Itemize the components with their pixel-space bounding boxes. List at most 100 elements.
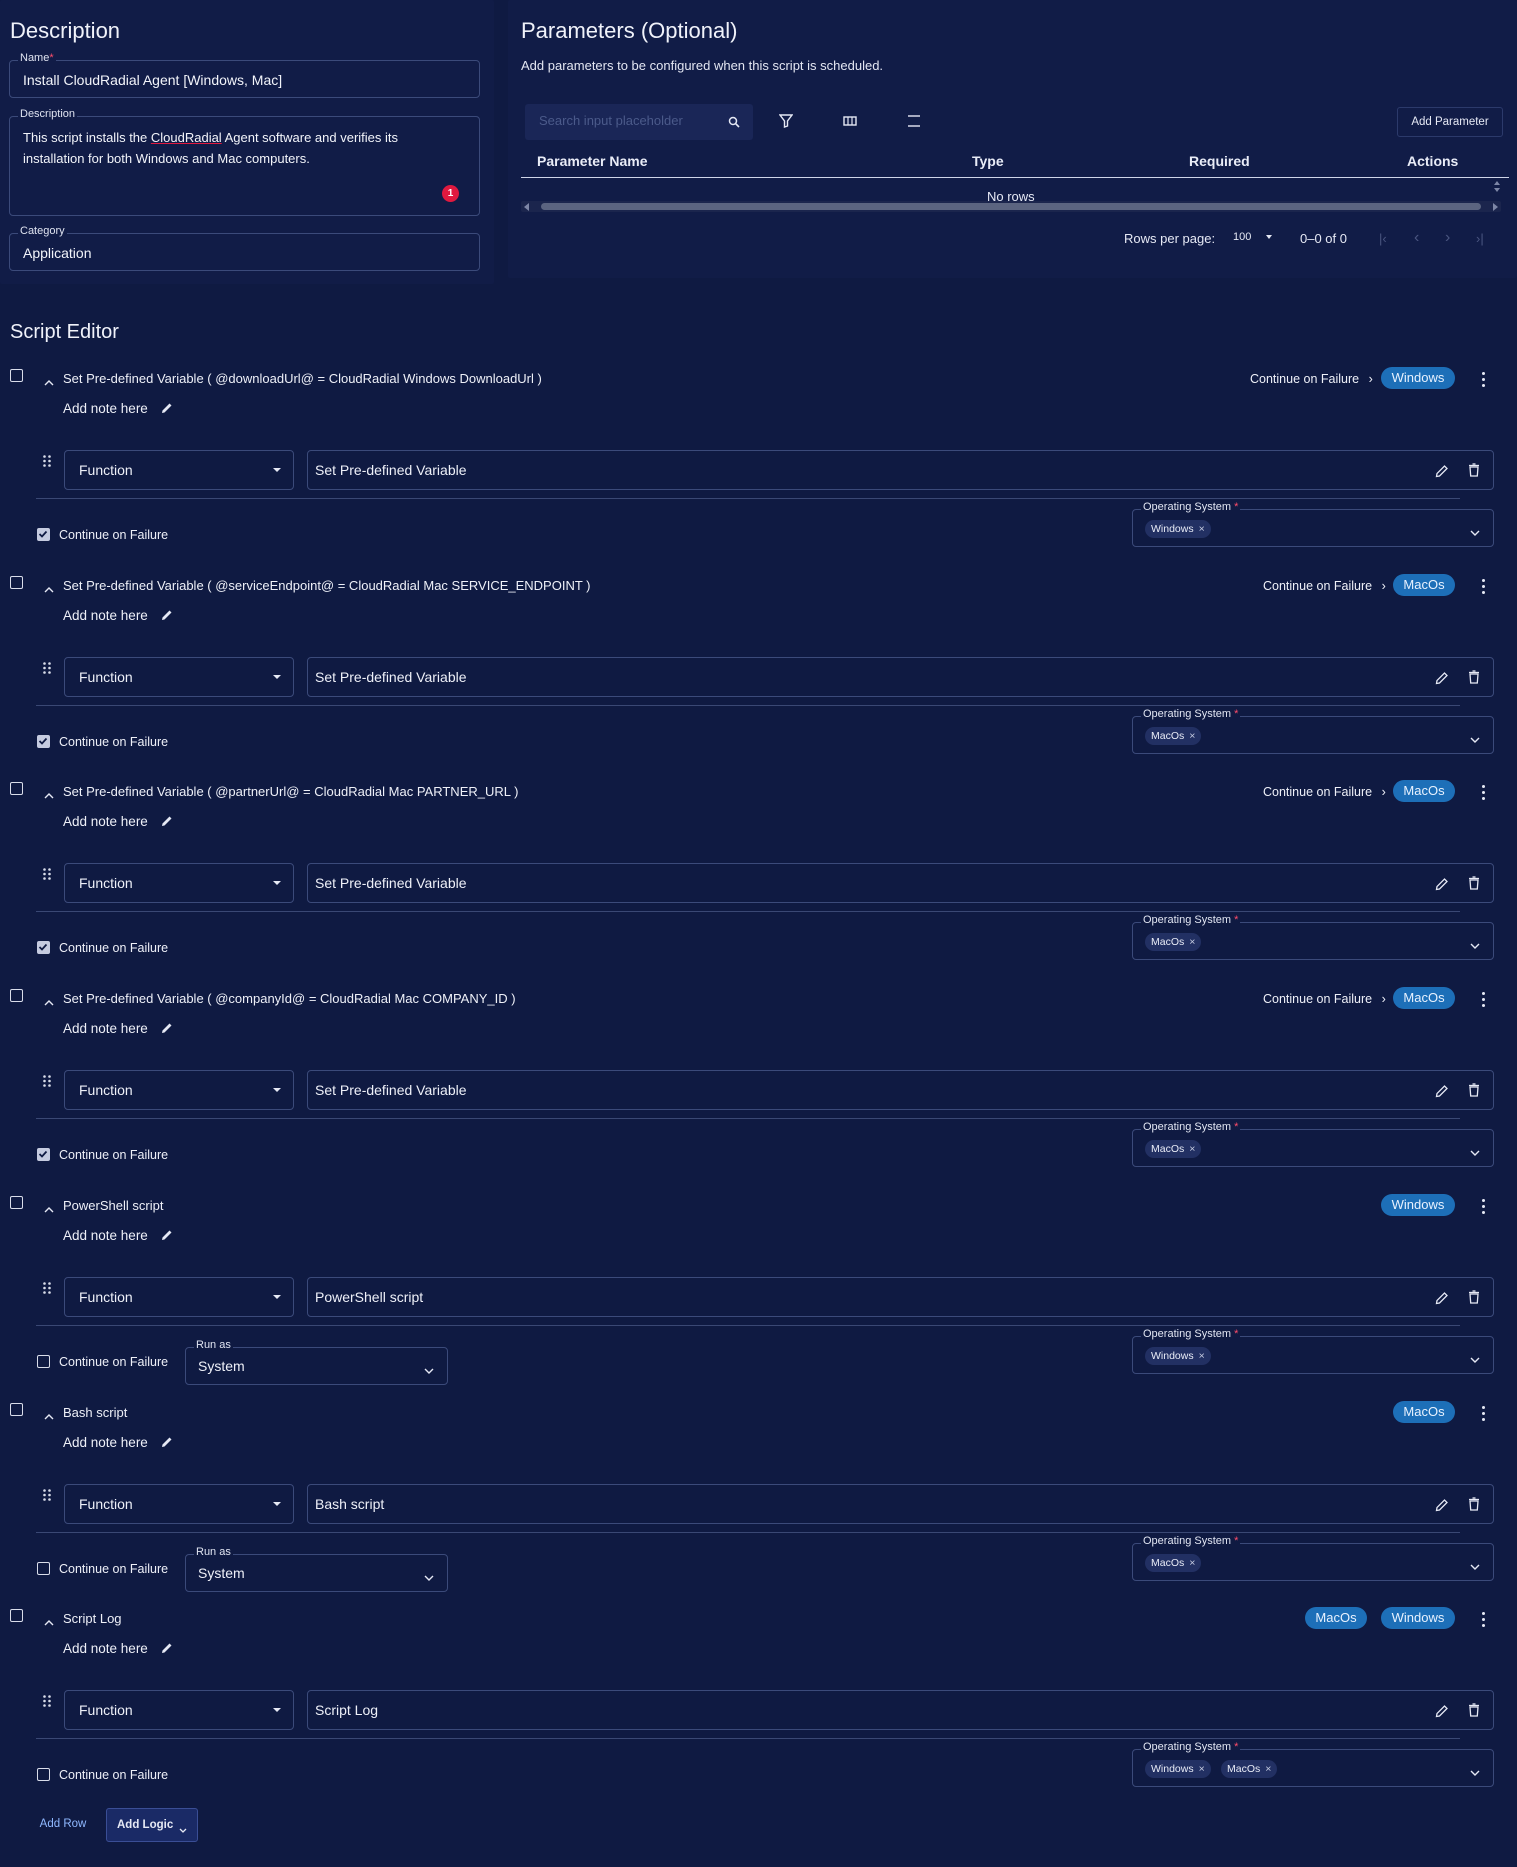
- operating-system-select[interactable]: Operating System * Windows ×: [1132, 1328, 1494, 1374]
- delete-icon[interactable]: [1468, 1083, 1480, 1102]
- function-select[interactable]: Function: [64, 450, 294, 490]
- edit-icon[interactable]: [1435, 1498, 1449, 1517]
- step-select-checkbox[interactable]: [10, 369, 23, 382]
- more-options-icon[interactable]: [1482, 1199, 1486, 1217]
- col-type[interactable]: Type: [972, 153, 1004, 169]
- os-selected-chip[interactable]: Windows ×: [1145, 1347, 1211, 1365]
- remove-chip-icon[interactable]: ×: [1189, 1143, 1195, 1155]
- header-continue-on-failure[interactable]: Continue on Failure ›: [1263, 579, 1386, 593]
- run-as-select[interactable]: Run as System: [185, 1339, 448, 1385]
- step-title[interactable]: Set Pre-defined Variable ( @partnerUrl@ …: [63, 784, 518, 799]
- rows-per-page-select[interactable]: 100: [1233, 231, 1273, 243]
- continue-on-failure-checkbox[interactable]: [37, 1148, 50, 1161]
- remove-chip-icon[interactable]: ×: [1199, 1350, 1205, 1362]
- operating-system-select[interactable]: Operating System * MacOs ×: [1132, 708, 1494, 754]
- density-icon[interactable]: [907, 114, 921, 128]
- function-select[interactable]: Function: [64, 863, 294, 903]
- step-value-field[interactable]: Bash script: [307, 1484, 1494, 1524]
- scroll-left-arrow[interactable]: [524, 203, 529, 211]
- vertical-scrollbar[interactable]: [1493, 179, 1501, 199]
- continue-on-failure-checkbox[interactable]: [37, 941, 50, 954]
- operating-system-select[interactable]: Operating System * MacOs ×: [1132, 914, 1494, 960]
- description-field[interactable]: Description This script installs the Clo…: [9, 108, 480, 216]
- name-field[interactable]: Name* Install CloudRadial Agent [Windows…: [9, 52, 480, 98]
- search-icon[interactable]: [728, 116, 740, 128]
- function-select[interactable]: Function: [64, 657, 294, 697]
- more-options-icon[interactable]: [1482, 1612, 1486, 1630]
- more-options-icon[interactable]: [1482, 372, 1486, 390]
- remove-chip-icon[interactable]: ×: [1189, 1557, 1195, 1569]
- edit-icon[interactable]: [1435, 1291, 1449, 1310]
- operating-system-select[interactable]: Operating System * MacOs ×: [1132, 1535, 1494, 1581]
- add-note-label[interactable]: Add note here: [63, 401, 148, 416]
- os-selected-chip[interactable]: MacOs ×: [1221, 1760, 1278, 1778]
- edit-note-icon[interactable]: [161, 814, 173, 832]
- edit-icon[interactable]: [1435, 877, 1449, 896]
- edit-note-icon[interactable]: [161, 1228, 173, 1246]
- step-value-field[interactable]: PowerShell script: [307, 1277, 1494, 1317]
- header-continue-on-failure[interactable]: Continue on Failure ›: [1250, 372, 1373, 386]
- collapse-chevron-icon[interactable]: [44, 786, 54, 804]
- last-page-icon[interactable]: ›|: [1476, 231, 1484, 246]
- delete-icon[interactable]: [1468, 463, 1480, 482]
- continue-on-failure-checkbox[interactable]: [37, 735, 50, 748]
- collapse-chevron-icon[interactable]: [44, 1613, 54, 1631]
- error-badge[interactable]: 1: [442, 185, 459, 202]
- columns-icon[interactable]: [843, 115, 857, 127]
- more-options-icon[interactable]: [1482, 579, 1486, 597]
- step-title[interactable]: Bash script: [63, 1405, 127, 1420]
- search-input[interactable]: [539, 113, 719, 128]
- drag-handle-icon[interactable]: [43, 1488, 51, 1506]
- edit-icon[interactable]: [1435, 1084, 1449, 1103]
- collapse-chevron-icon[interactable]: [44, 1200, 54, 1218]
- edit-note-icon[interactable]: [161, 1435, 173, 1453]
- step-select-checkbox[interactable]: [10, 782, 23, 795]
- first-page-icon[interactable]: |‹: [1379, 231, 1387, 246]
- step-select-checkbox[interactable]: [10, 1609, 23, 1622]
- step-title[interactable]: Script Log: [63, 1611, 122, 1626]
- scroll-right-arrow[interactable]: [1493, 203, 1498, 211]
- os-selected-chip[interactable]: MacOs ×: [1145, 933, 1202, 951]
- step-select-checkbox[interactable]: [10, 989, 23, 1002]
- step-value-field[interactable]: Set Pre-defined Variable: [307, 1070, 1494, 1110]
- os-selected-chip[interactable]: MacOs ×: [1145, 1554, 1202, 1572]
- header-continue-on-failure[interactable]: Continue on Failure ›: [1263, 992, 1386, 1006]
- function-select[interactable]: Function: [64, 1277, 294, 1317]
- add-logic-button[interactable]: Add Logic: [106, 1808, 198, 1842]
- function-select[interactable]: Function: [64, 1070, 294, 1110]
- horizontal-scrollbar[interactable]: [521, 201, 1501, 212]
- function-select[interactable]: Function: [64, 1690, 294, 1730]
- os-selected-chip[interactable]: Windows ×: [1145, 520, 1211, 538]
- drag-handle-icon[interactable]: [43, 661, 51, 679]
- edit-icon[interactable]: [1435, 464, 1449, 483]
- remove-chip-icon[interactable]: ×: [1199, 1763, 1205, 1775]
- delete-icon[interactable]: [1468, 1703, 1480, 1722]
- function-select[interactable]: Function: [64, 1484, 294, 1524]
- step-select-checkbox[interactable]: [10, 1196, 23, 1209]
- operating-system-select[interactable]: Operating System * Windows ×: [1132, 501, 1494, 547]
- drag-handle-icon[interactable]: [43, 867, 51, 885]
- delete-icon[interactable]: [1468, 876, 1480, 895]
- header-continue-on-failure[interactable]: Continue on Failure ›: [1263, 785, 1386, 799]
- col-required[interactable]: Required: [1189, 153, 1250, 169]
- step-title[interactable]: Set Pre-defined Variable ( @downloadUrl@…: [63, 371, 542, 386]
- delete-icon[interactable]: [1468, 1497, 1480, 1516]
- next-page-icon[interactable]: ›: [1445, 229, 1450, 247]
- collapse-chevron-icon[interactable]: [44, 580, 54, 598]
- continue-on-failure-checkbox[interactable]: [37, 1768, 50, 1781]
- step-select-checkbox[interactable]: [10, 1403, 23, 1416]
- add-note-label[interactable]: Add note here: [63, 1641, 148, 1656]
- more-options-icon[interactable]: [1482, 992, 1486, 1010]
- add-note-label[interactable]: Add note here: [63, 1435, 148, 1450]
- add-note-label[interactable]: Add note here: [63, 608, 148, 623]
- os-selected-chip[interactable]: Windows ×: [1145, 1760, 1211, 1778]
- continue-on-failure-checkbox[interactable]: [37, 1355, 50, 1368]
- collapse-chevron-icon[interactable]: [44, 993, 54, 1011]
- more-options-icon[interactable]: [1482, 1406, 1486, 1424]
- step-value-field[interactable]: Set Pre-defined Variable: [307, 657, 1494, 697]
- step-title[interactable]: Set Pre-defined Variable ( @companyId@ =…: [63, 991, 516, 1006]
- prev-page-icon[interactable]: ‹: [1414, 229, 1419, 247]
- col-parameter-name[interactable]: Parameter Name: [537, 153, 648, 169]
- step-select-checkbox[interactable]: [10, 576, 23, 589]
- edit-note-icon[interactable]: [161, 1021, 173, 1039]
